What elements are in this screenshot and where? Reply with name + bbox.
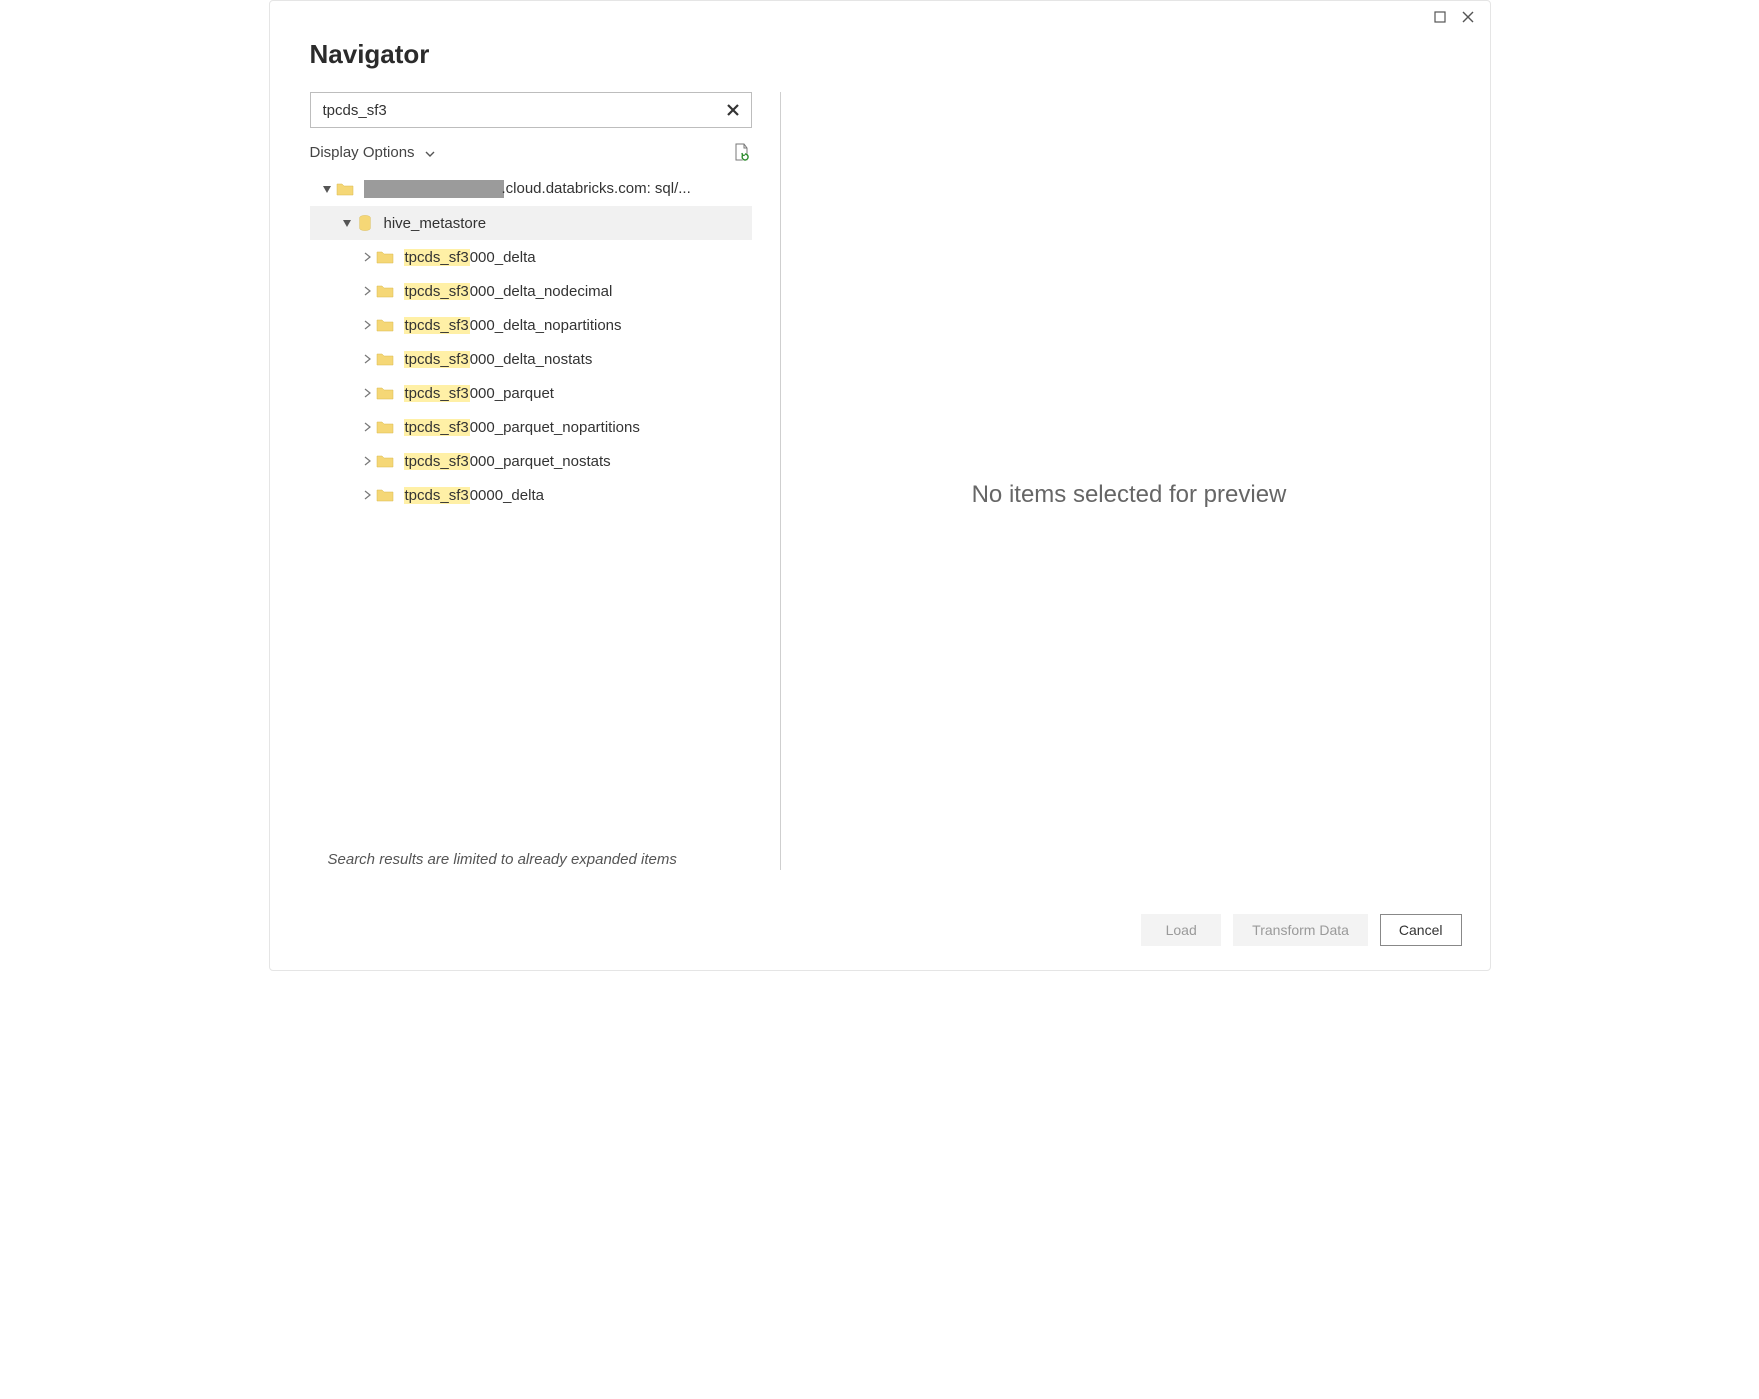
tree-node-schema[interactable]: tpcds_sf30000_delta (310, 478, 752, 512)
tree-node-schema[interactable]: tpcds_sf3000_delta_nopartitions (310, 308, 752, 342)
folder-icon (376, 249, 394, 265)
dialog-footer: Load Transform Data Cancel (270, 898, 1490, 970)
expand-icon[interactable] (358, 384, 376, 402)
display-options-label: Display Options (310, 144, 415, 161)
cancel-button[interactable]: Cancel (1380, 914, 1462, 946)
titlebar (270, 1, 1490, 33)
tree-node-schema[interactable]: tpcds_sf3000_parquet_nostats (310, 444, 752, 478)
tree-node-connection[interactable]: .cloud.databricks.com: sql/... (310, 172, 752, 206)
expand-icon[interactable] (358, 486, 376, 504)
folder-icon (376, 385, 394, 401)
schema-label: tpcds_sf3000_delta_nopartitions (404, 317, 622, 334)
navigator-dialog: Navigator Display Options (269, 0, 1491, 971)
schema-label: tpcds_sf3000_delta_nodecimal (404, 283, 613, 300)
schema-label: tpcds_sf30000_delta (404, 487, 544, 504)
tree-node-schema[interactable]: tpcds_sf3000_parquet_nopartitions (310, 410, 752, 444)
schema-label: tpcds_sf3000_delta (404, 249, 536, 266)
expand-icon[interactable] (358, 350, 376, 368)
maximize-icon[interactable] (1426, 3, 1454, 31)
expand-icon[interactable] (358, 418, 376, 436)
preview-placeholder: No items selected for preview (972, 481, 1287, 509)
schema-label: tpcds_sf3000_parquet (404, 385, 554, 402)
tree-node-schema[interactable]: tpcds_sf3000_delta_nostats (310, 342, 752, 376)
preview-panel: No items selected for preview (809, 92, 1450, 898)
folder-icon (376, 317, 394, 333)
dialog-title: Navigator (270, 33, 1490, 92)
connection-label: .cloud.databricks.com: sql/... (364, 180, 691, 198)
search-note: Search results are limited to already ex… (310, 841, 752, 898)
folder-icon (376, 283, 394, 299)
navigator-tree: .cloud.databricks.com: sql/... hive_meta… (310, 172, 752, 841)
folder-icon (376, 487, 394, 503)
folder-icon (376, 453, 394, 469)
chevron-down-icon (425, 144, 435, 161)
folder-icon (376, 419, 394, 435)
refresh-icon[interactable] (732, 142, 752, 162)
search-box (310, 92, 752, 128)
database-icon (356, 215, 374, 231)
collapse-icon[interactable] (318, 180, 336, 198)
schema-label: tpcds_sf3000_parquet_nopartitions (404, 419, 640, 436)
hive-metastore-label: hive_metastore (384, 215, 487, 232)
navigator-left-panel: Display Options (310, 92, 752, 898)
expand-icon[interactable] (358, 316, 376, 334)
display-options-dropdown[interactable]: Display Options (310, 144, 435, 161)
schema-label: tpcds_sf3000_delta_nostats (404, 351, 593, 368)
transform-data-button[interactable]: Transform Data (1233, 914, 1368, 946)
tree-node-schema[interactable]: tpcds_sf3000_delta_nodecimal (310, 274, 752, 308)
schema-label: tpcds_sf3000_parquet_nostats (404, 453, 611, 470)
tree-node-schema[interactable]: tpcds_sf3000_delta (310, 240, 752, 274)
tree-node-schema[interactable]: tpcds_sf3000_parquet (310, 376, 752, 410)
collapse-icon[interactable] (338, 214, 356, 232)
close-icon[interactable] (1454, 3, 1482, 31)
expand-icon[interactable] (358, 282, 376, 300)
search-input[interactable] (321, 101, 721, 120)
folder-icon (376, 351, 394, 367)
clear-search-icon[interactable] (721, 98, 745, 122)
tree-node-hive-metastore[interactable]: hive_metastore (310, 206, 752, 240)
expand-icon[interactable] (358, 248, 376, 266)
folder-icon (336, 181, 354, 197)
redacted-host (364, 180, 504, 198)
expand-icon[interactable] (358, 452, 376, 470)
load-button[interactable]: Load (1141, 914, 1221, 946)
panel-divider (780, 92, 781, 870)
